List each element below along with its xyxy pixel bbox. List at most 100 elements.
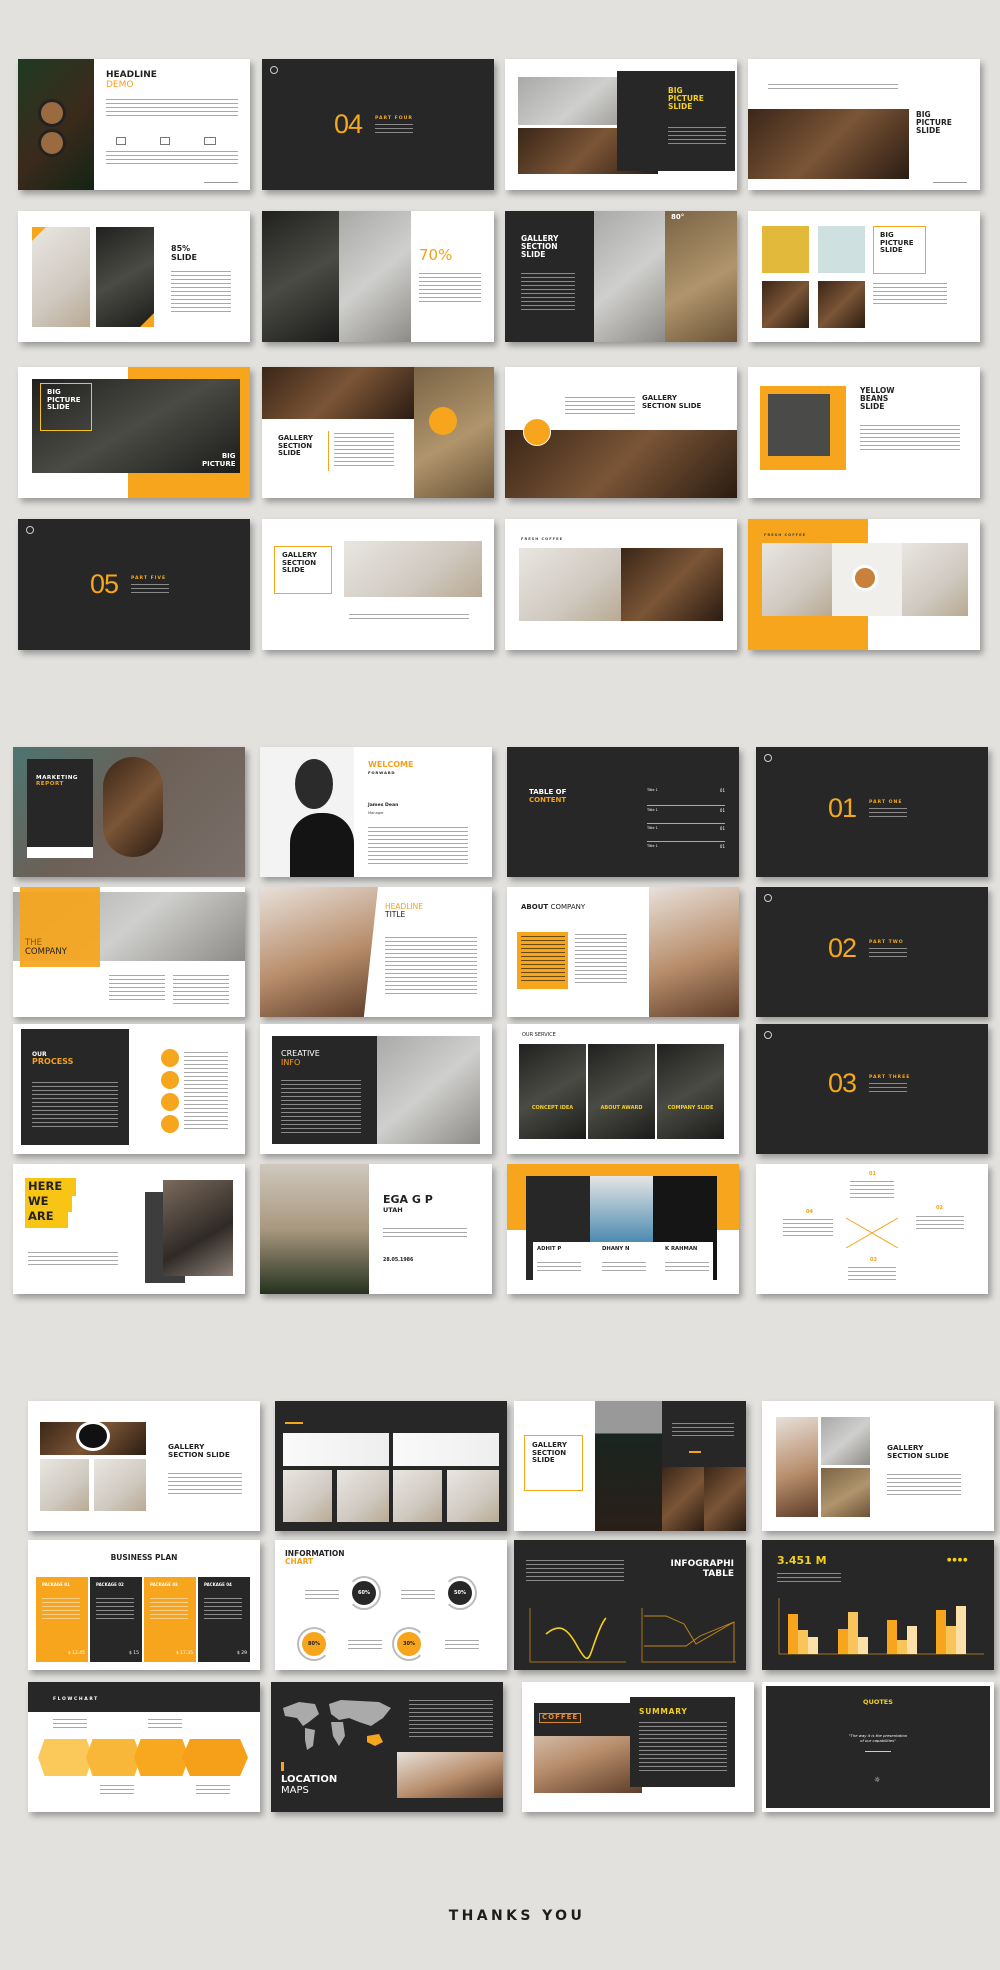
package-name: PACKAGE 01 xyxy=(42,1582,70,1587)
toc-item[interactable]: Title 1 01 xyxy=(647,842,725,860)
slide-big-picture-street: BIG PICTURE SLIDE BIG PICTURE xyxy=(18,367,250,498)
percent-ring: 80% xyxy=(302,1632,326,1656)
person-name: James Dean xyxy=(368,803,399,808)
title: GALLERY SECTION SLIDE xyxy=(532,1441,567,1465)
person-name: EGA G P xyxy=(383,1193,433,1206)
document-icon xyxy=(161,1093,179,1111)
package-name: PACKAGE 04 xyxy=(204,1582,232,1587)
title: ABOUT COMPANY xyxy=(521,903,586,911)
percent-ring: 60% xyxy=(352,1581,376,1605)
title: QUOTES xyxy=(863,1698,893,1706)
toc-item[interactable]: Title 1 01 xyxy=(647,806,725,824)
title: BIG PICTURE SLIDE xyxy=(916,110,952,136)
title: INFORMATION CHART xyxy=(285,1549,345,1567)
slide-gallery-f: GALLERY SECTION SLIDE xyxy=(514,1401,746,1531)
corner-title: BIG PICTURE xyxy=(202,452,236,468)
title: HEADLINE TITLE xyxy=(385,902,424,920)
slide-cycle: 01 02 03 04 xyxy=(756,1164,988,1294)
title: HEADLINE DEMO xyxy=(106,70,157,90)
slide-summary: COFFEE SUMMARY xyxy=(522,1682,754,1812)
area-line-chart xyxy=(641,1608,736,1663)
title: SUMMARY xyxy=(639,1707,688,1716)
percent-ring: 30% xyxy=(397,1632,421,1656)
slide-yellow-beans: YELLOW BEANS SLIDE xyxy=(748,367,980,498)
slide-part-one: 01 PART ONE xyxy=(756,747,988,877)
logo-icon xyxy=(26,526,34,534)
step-number: 02 xyxy=(936,1205,943,1211)
slide-information-chart: INFORMATION CHART 60% 50% 80% 30% xyxy=(275,1540,507,1670)
step-number: 04 xyxy=(806,1209,813,1215)
slide-here-we-are: HERE WE ARE xyxy=(13,1164,245,1294)
chart-icon xyxy=(204,137,216,145)
title: HERE WE ARE xyxy=(28,1179,63,1224)
flow-step-pen-icon xyxy=(38,1739,93,1776)
toc-item[interactable]: Title 1 01 xyxy=(647,788,725,806)
title: OUR PROCESS xyxy=(32,1051,74,1067)
part-label: PART FOUR xyxy=(375,116,413,121)
slide-team: ADHIT P DHANY N K RAHMAN xyxy=(507,1164,739,1294)
logo-icon xyxy=(270,66,278,74)
quote-text: "The way it is the presentation of our c… xyxy=(848,1733,908,1743)
slide-about-company: ABOUT COMPANY xyxy=(507,887,739,1017)
lightbulb-icon: ☼ xyxy=(874,1776,881,1784)
slide-big-picture-a: BIG PICTURE SLIDE xyxy=(505,59,737,190)
package-price: $ 12.45 xyxy=(67,1651,85,1656)
title: GALLERY SECTION SLIDE xyxy=(521,234,559,260)
toc-item[interactable]: Title 1 01 xyxy=(647,824,725,842)
part-label: PART ONE xyxy=(869,800,903,805)
bar-chart xyxy=(778,1598,984,1655)
title: TABLE OF CONTENT xyxy=(529,788,567,804)
slide-gallery-g: GALLERY SECTION SLIDE xyxy=(762,1401,994,1531)
member-name: K RAHMAN xyxy=(665,1246,698,1252)
slide-fresh-coffee-a: FRESH COFFEE xyxy=(505,519,737,650)
slide-gallery-dark xyxy=(275,1401,507,1531)
world-map xyxy=(283,1700,391,1750)
title: MARKETING REPORT xyxy=(36,775,79,788)
package-price: $ 29 xyxy=(236,1651,247,1656)
logo-icon xyxy=(764,754,772,762)
slide-the-company: THE COMPANY xyxy=(13,887,245,1017)
slide-flowchart: FLOWCHART xyxy=(28,1682,260,1812)
slide-welcome: WELCOME FORWARD James Dean Manager xyxy=(260,747,492,877)
service-card-title: CONCEPT IDEA xyxy=(531,1105,574,1111)
slide-part-four: 04 PART FOUR xyxy=(262,59,494,190)
flow-step-team-icon xyxy=(182,1739,248,1776)
slide-85-percent: 85% SLIDE xyxy=(18,211,250,342)
chart-icon xyxy=(161,1115,179,1133)
slide-gallery-c: GALLERY SECTION SLIDE xyxy=(505,367,737,498)
title: BIG PICTURE SLIDE xyxy=(880,231,914,255)
part-number: 04 xyxy=(334,109,363,139)
flow-step-tools-icon xyxy=(134,1739,189,1776)
service-card-title: COMPANY SLIDE xyxy=(667,1105,714,1111)
slide-table-of-content: TABLE OF CONTENT Title 1 01 Title 1 01 Titl… xyxy=(507,747,739,877)
member-name: ADHIT P xyxy=(537,1246,562,1252)
package-name: PACKAGE 03 xyxy=(150,1582,178,1587)
person-role: Manager xyxy=(368,811,384,815)
part-number: 02 xyxy=(828,933,857,963)
member-name: DHANY N xyxy=(602,1246,630,1252)
slide-our-process: OUR PROCESS xyxy=(13,1024,245,1154)
coffee-sign: COFFEE xyxy=(539,1713,582,1723)
coffee-board-photo xyxy=(748,109,909,179)
logo-icon xyxy=(764,894,772,902)
title: YELLOW BEANS SLIDE xyxy=(860,386,895,412)
title: 85% SLIDE xyxy=(171,244,197,262)
cross-diagram xyxy=(845,1217,899,1249)
slide-gallery-e: GALLERY SECTION SLIDE xyxy=(28,1401,260,1531)
slide-part-three: 03 PART THREE xyxy=(756,1024,988,1154)
gear-icon xyxy=(161,1071,179,1089)
part-label: PART TWO xyxy=(869,940,904,945)
title: CREATIVE INFO xyxy=(281,1049,320,1067)
slide-headline-title: HEADLINE TITLE xyxy=(260,887,492,1017)
title: GALLERY SECTION SLIDE xyxy=(278,434,313,458)
label: FRESH COFFEE xyxy=(764,533,807,537)
percent-ring: 50% xyxy=(448,1581,472,1605)
title: LOCATION MAPS xyxy=(281,1774,338,1796)
title: INFOGRAPHI TABLE xyxy=(670,1559,734,1579)
part-label: PART FIVE xyxy=(131,576,167,581)
wave-line-chart xyxy=(529,1608,626,1663)
team-icon xyxy=(116,137,126,145)
slide-big-picture-b: BIG PICTURE SLIDE xyxy=(748,59,980,190)
part-number: 05 xyxy=(90,569,119,599)
title: WELCOME xyxy=(368,760,414,769)
